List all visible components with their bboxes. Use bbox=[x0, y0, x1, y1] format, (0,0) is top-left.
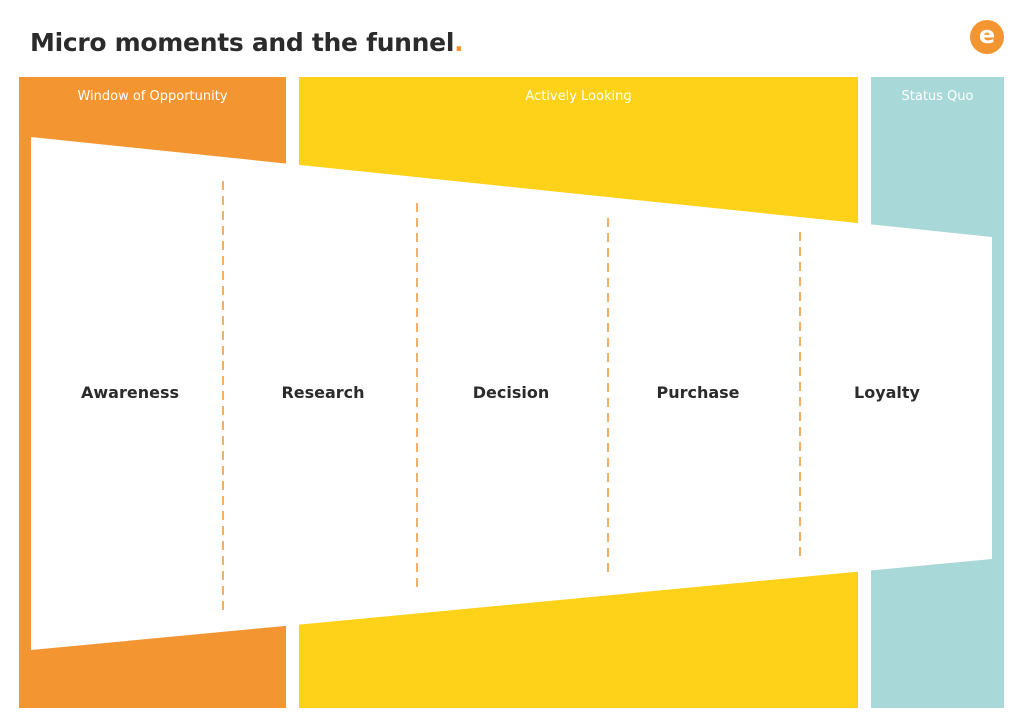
stage-research: Research bbox=[281, 383, 365, 402]
funnel-diagram bbox=[19, 77, 1004, 708]
panel-label-window-of-opportunity: Window of Opportunity bbox=[77, 89, 228, 104]
stage-loyalty: Loyalty bbox=[854, 383, 920, 402]
stage-awareness: Awareness bbox=[81, 383, 179, 402]
panel-label-status-quo: Status Quo bbox=[901, 89, 974, 104]
panel-label-actively-looking: Actively Looking bbox=[525, 89, 632, 104]
stage-decision: Decision bbox=[472, 383, 550, 402]
stage-purchase: Purchase bbox=[656, 383, 740, 402]
